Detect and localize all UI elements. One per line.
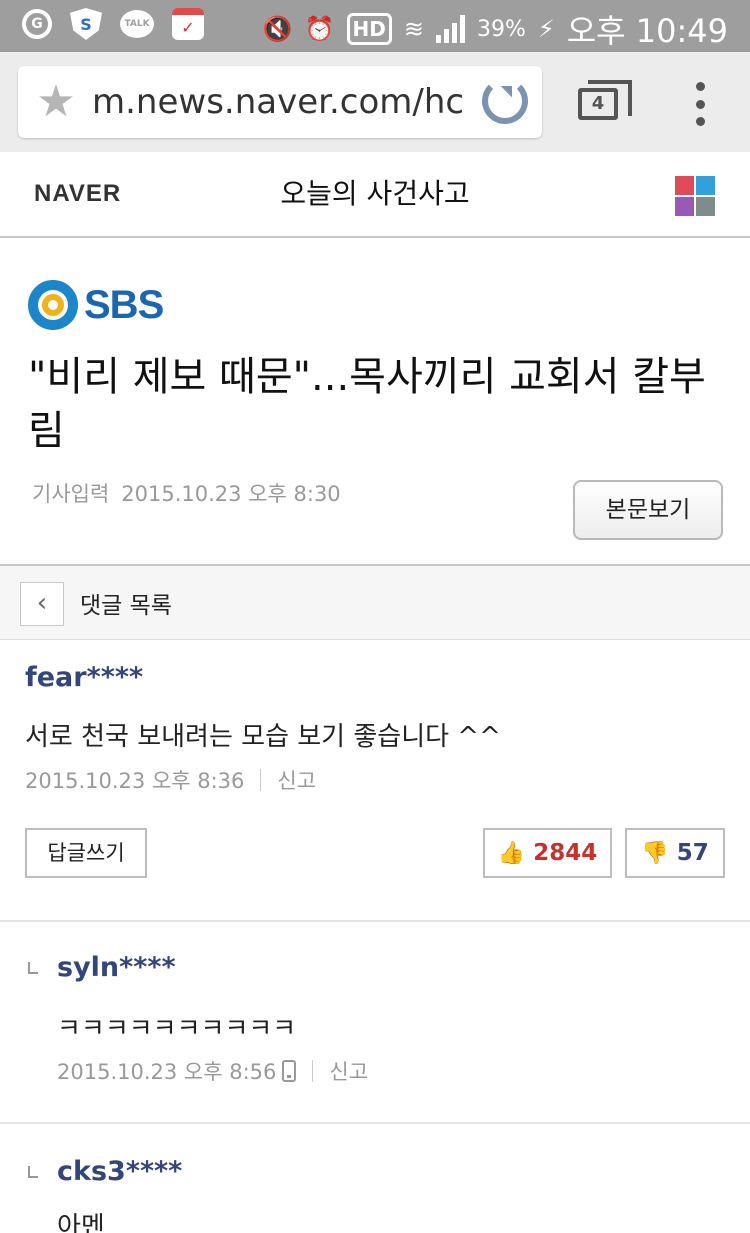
comment-list-bar: ‹ 댓글 목록 <box>0 564 750 640</box>
dislike-count: 57 <box>676 840 709 866</box>
dislike-button[interactable]: 👎 57 <box>625 828 725 878</box>
g-icon: G <box>22 9 52 39</box>
like-button[interactable]: 👍 2844 <box>483 828 612 878</box>
comment-username[interactable]: fear**** <box>25 662 143 693</box>
tab-switcher-button[interactable]: 4 <box>578 80 632 120</box>
report-link[interactable]: 신고 <box>329 1056 368 1086</box>
overflow-menu-icon[interactable] <box>690 82 710 126</box>
comment-list-title: 댓글 목록 <box>80 593 172 619</box>
thumbs-up-icon: 👍 <box>497 840 526 866</box>
comment-date: 2015.10.23 오후 8:56 <box>57 1060 277 1084</box>
sbs-logo-icon <box>28 280 78 330</box>
press-name: SBS <box>84 282 164 327</box>
comment-meta: 2015.10.23 오후 8:36 신고 <box>25 765 316 795</box>
battery-charging-icon: ⚡ <box>537 15 555 43</box>
comment-meta: 2015.10.23 오후 8:56 신고 <box>57 1056 368 1086</box>
comment-username[interactable]: syln**** <box>57 952 176 983</box>
published-label: 기사입력 <box>32 482 110 506</box>
comment-item: fear**** 서로 천국 보내려는 모습 보기 좋습니다 ^^ 2015.1… <box>0 640 750 922</box>
shield-icon: S <box>70 8 102 40</box>
thumbs-down-icon: 👎 <box>641 840 669 866</box>
site-header: NAVER 오늘의 사건사고 <box>0 152 750 238</box>
back-icon[interactable]: ‹ <box>20 582 64 626</box>
clock: 오후 10:49 <box>566 12 728 50</box>
bookmark-star-icon[interactable]: ★ <box>32 78 80 126</box>
article-headline: "비리 제보 때문"...목사끼리 교회서 칼부림 <box>28 354 706 454</box>
section-title: 오늘의 사건사고 <box>280 177 470 210</box>
comment-text: 서로 천국 보내려는 모습 보기 좋습니다 ^^ <box>25 722 501 752</box>
alarm-icon: ⏰ <box>304 15 335 43</box>
view-article-button[interactable]: 본문보기 <box>573 480 723 540</box>
report-link[interactable]: 신고 <box>277 765 316 795</box>
divider <box>312 1060 314 1082</box>
address-bar[interactable]: ★ m.news.naver.com/hc <box>18 66 542 138</box>
browser-toolbar: ★ m.news.naver.com/hc 4 <box>0 52 750 152</box>
comment-text: 아멘 <box>57 1212 105 1233</box>
talk-icon: TALK <box>120 10 154 38</box>
like-count: 2844 <box>533 840 598 866</box>
comment-date: 2015.10.23 오후 8:36 <box>25 769 245 793</box>
comment-username[interactable]: cks3**** <box>57 1156 182 1187</box>
divider <box>260 769 262 791</box>
url-text[interactable]: m.news.naver.com/hc <box>92 80 488 124</box>
status-bar: G S TALK ✓ 🔇 ⏰ HD ≋ 39% ⚡ 오후 10:49 <box>0 0 750 52</box>
published-date: 2015.10.23 오후 8:30 <box>121 482 341 506</box>
reply-item: cks3**** 아멘 <box>0 1126 750 1233</box>
reload-icon[interactable] <box>482 78 528 124</box>
article-meta: 기사입력 2015.10.23 오후 8:30 <box>32 478 341 508</box>
mute-icon: 🔇 <box>262 15 293 43</box>
battery-percent: 39% <box>476 16 526 42</box>
mobile-icon <box>282 1060 297 1082</box>
article-header: SBS "비리 제보 때문"...목사끼리 교회서 칼부림 기사입력 2015.1… <box>0 240 750 564</box>
calendar-icon: ✓ <box>172 8 204 40</box>
reply-indent-icon <box>28 1166 38 1178</box>
press-logo: SBS <box>28 280 164 330</box>
write-reply-button[interactable]: 답글쓰기 <box>25 828 147 878</box>
hd-icon: HD <box>346 13 392 45</box>
service-menu-icon[interactable] <box>675 176 715 216</box>
signal-icon <box>435 15 465 43</box>
comment-text: ㅋㅋㅋㅋㅋㅋㅋㅋㅋㅋ <box>57 1014 297 1044</box>
wifi-icon: ≋ <box>403 15 424 43</box>
reply-item: syln**** ㅋㅋㅋㅋㅋㅋㅋㅋㅋㅋ 2015.10.23 오후 8:56 신… <box>0 922 750 1124</box>
reply-indent-icon <box>28 962 38 974</box>
